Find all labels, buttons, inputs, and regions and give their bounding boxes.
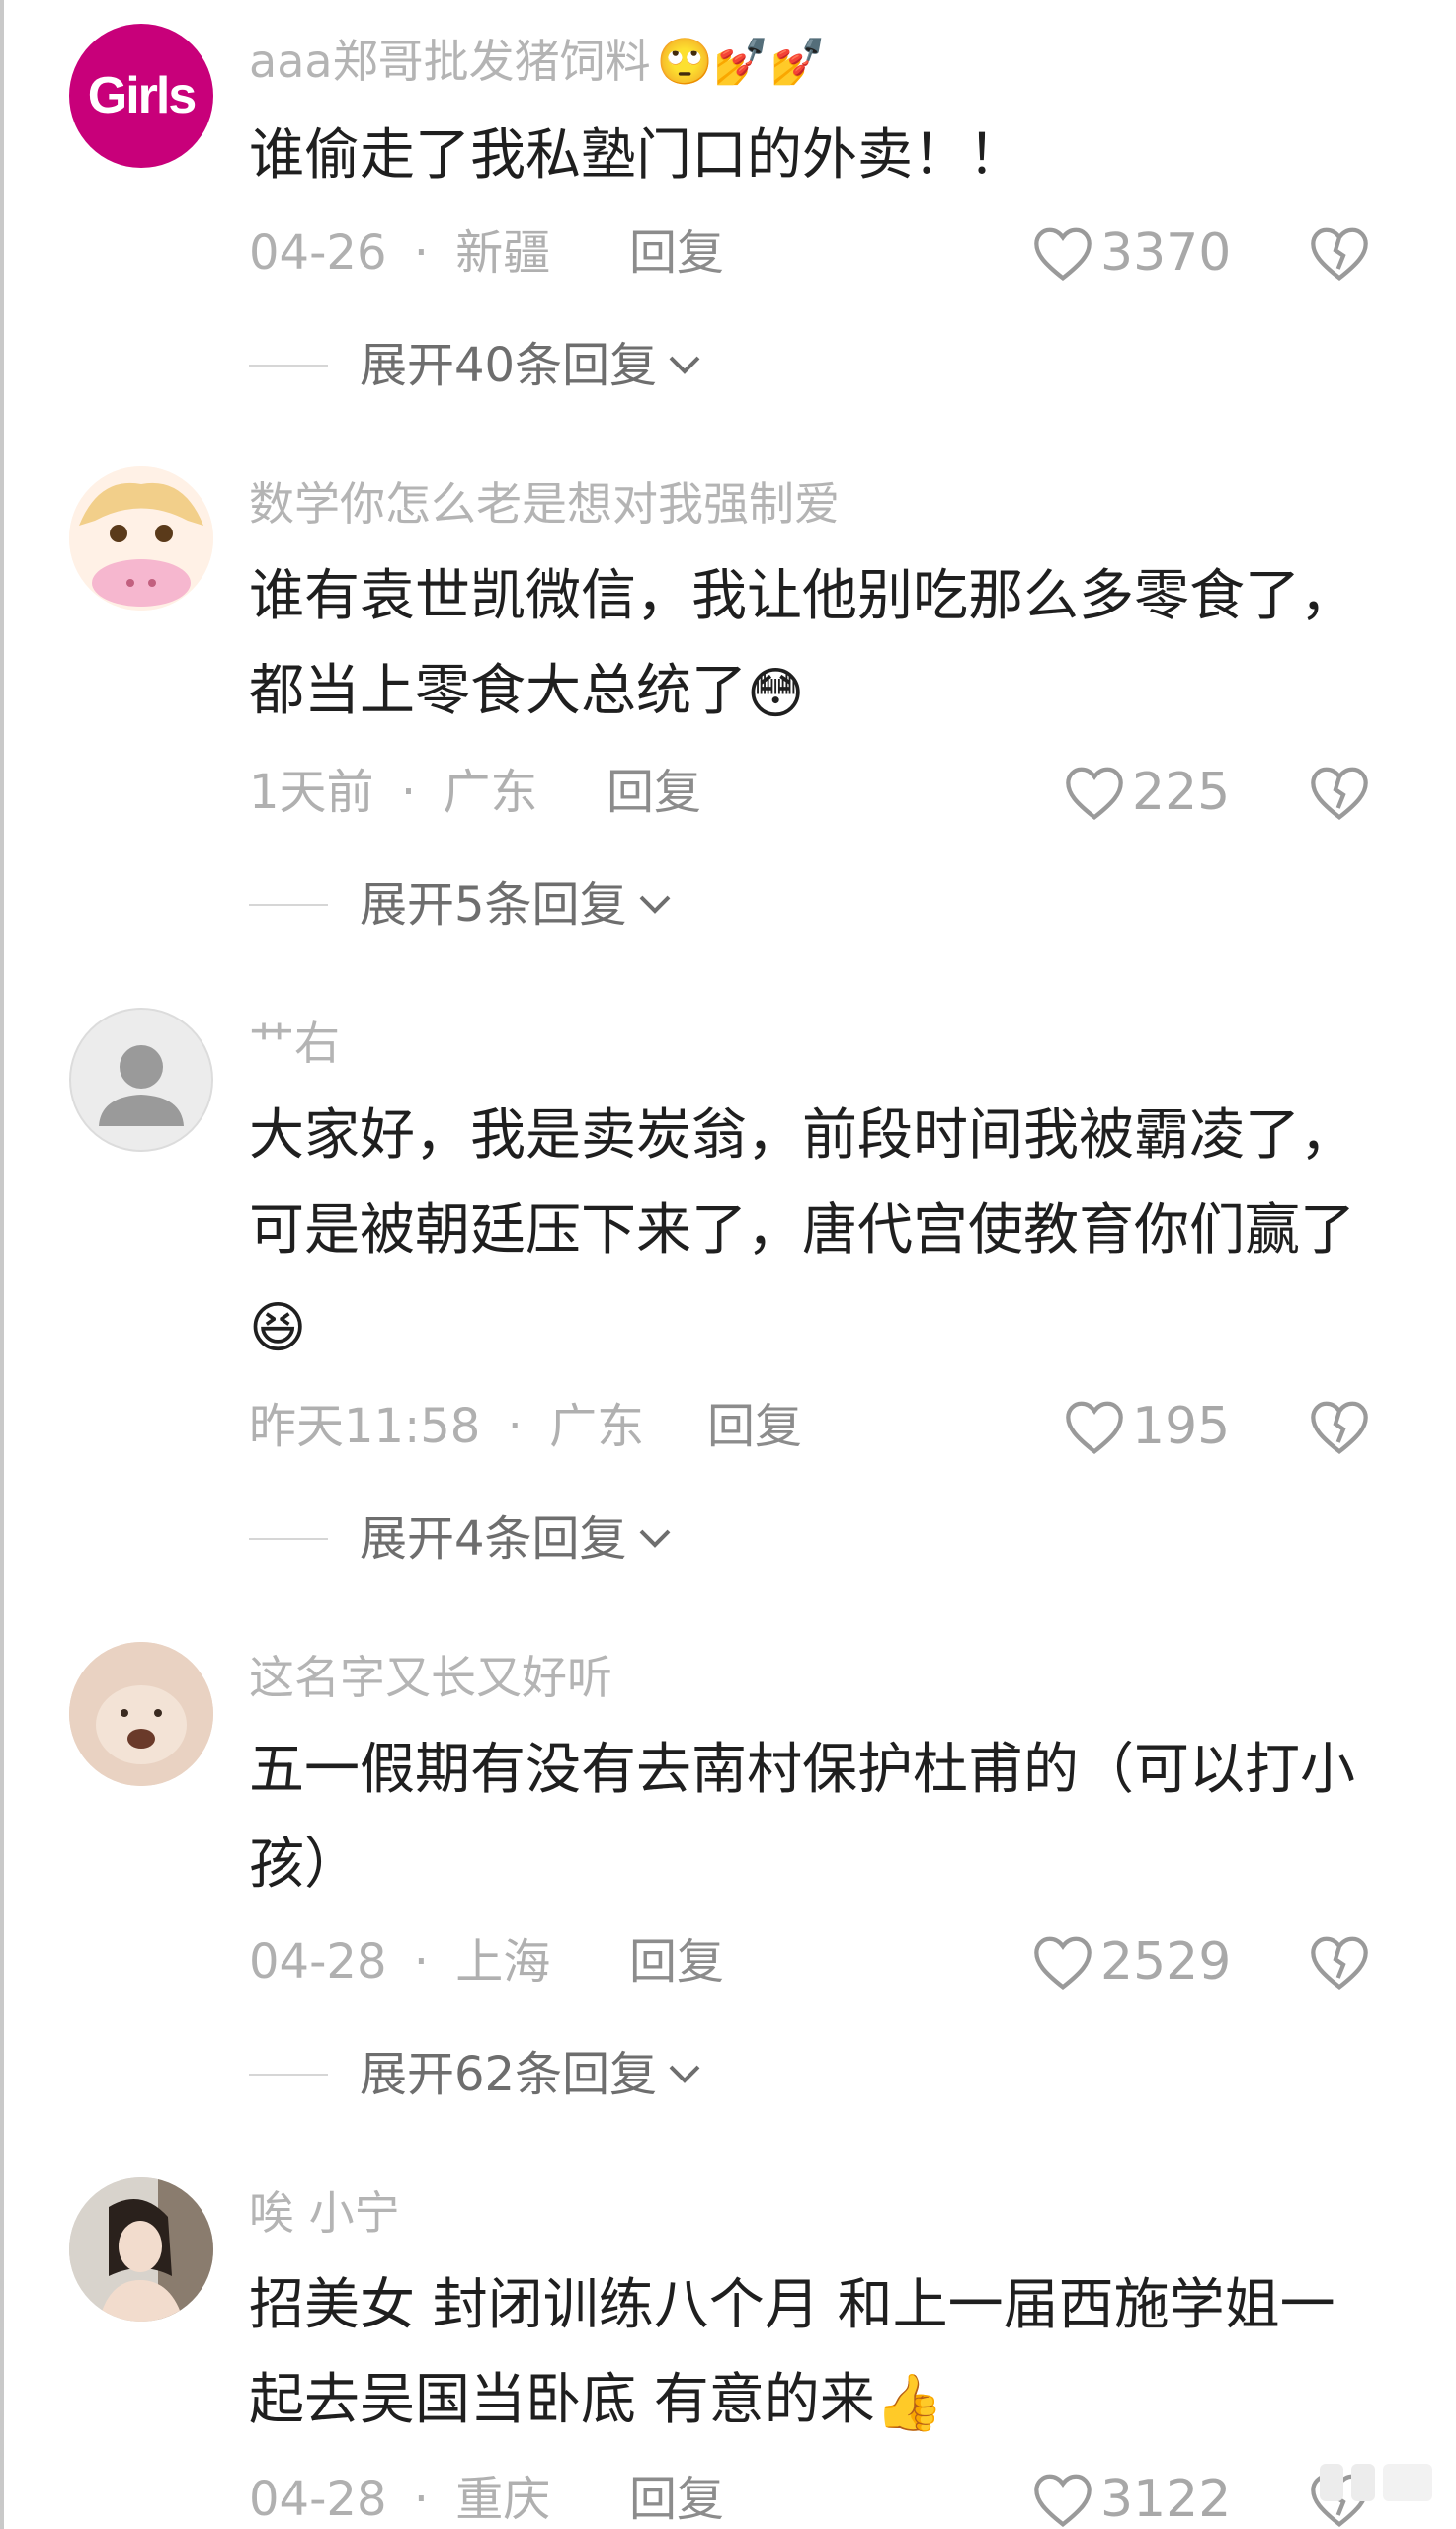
heart-icon — [1066, 767, 1123, 821]
divider — [249, 2074, 328, 2076]
comment-meta: 昨天11:58 · 广东 回复 — [249, 1397, 802, 1456]
like-count: 3122 — [1100, 2470, 1232, 2529]
like-button[interactable]: 2529 — [1031, 1932, 1231, 1992]
like-count: 2529 — [1100, 1932, 1232, 1992]
like-button[interactable]: 195 — [1063, 1397, 1230, 1456]
reply-button[interactable]: 回复 — [629, 2470, 724, 2529]
divider — [249, 904, 328, 906]
comment-text: 谁偷走了我私塾门口的外卖！！ — [249, 123, 1023, 188]
expand-replies-button[interactable]: 展开62条回复 — [249, 2045, 704, 2104]
username[interactable]: 数学你怎么老是想对我强制爱 — [249, 476, 840, 531]
comment-time: 1天前 — [249, 765, 374, 820]
comment-time: 04-28 — [249, 2472, 387, 2527]
comment-text: 谁有袁世凯微信，我让他别吃那么多零食了，都当上零食大总统了😳 — [249, 549, 1395, 742]
username[interactable]: 艹右 — [249, 1016, 340, 1071]
comment-time: 04-26 — [249, 225, 387, 281]
expand-replies-button[interactable]: 展开5条回复 — [249, 875, 675, 935]
heart-broken-icon[interactable] — [1308, 223, 1371, 283]
comment-meta: 04-28 · 上海 回复 — [249, 1932, 724, 1992]
emoji-icon: 😳 — [747, 661, 805, 726]
reply-button[interactable]: 回复 — [707, 1397, 802, 1456]
comment-time: 昨天11:58 — [249, 1399, 481, 1454]
chevron-down-icon — [639, 895, 670, 914]
meta-separator: · — [400, 765, 417, 820]
heart-icon — [1034, 2474, 1092, 2528]
meta-separator: · — [507, 1399, 523, 1454]
comment-meta: 1天前 · 广东 回复 — [249, 763, 701, 822]
comment-text: 五一假期有没有去南村保护杜甫的（可以打小孩） — [249, 1738, 1355, 1897]
comment-location: 重庆 — [455, 2472, 551, 2527]
reply-button[interactable]: 回复 — [629, 1932, 724, 1992]
username[interactable]: aaa郑哥批发猪饲料 🙄💅💅 — [249, 34, 826, 89]
like-button[interactable]: 225 — [1063, 763, 1230, 822]
username[interactable]: 唉 小宁 — [249, 2185, 400, 2241]
comment-text: 招美女 封闭训练八个月 和上一届西施学姐一起去吴国当卧底 有意的来👍 — [249, 2258, 1385, 2451]
reply-button[interactable]: 回复 — [629, 223, 724, 283]
emoji-icon: 😆 — [249, 1295, 307, 1360]
divider — [249, 365, 328, 367]
comment-meta: 04-28 · 重庆 回复 — [249, 2470, 724, 2529]
heart-broken-icon[interactable] — [1308, 1932, 1371, 1992]
comment-time: 04-28 — [249, 1934, 387, 1990]
default-avatar-icon — [99, 1045, 184, 1126]
avatar[interactable] — [69, 1008, 213, 1152]
comment-meta: 04-26 · 新疆 回复 — [249, 223, 724, 283]
comment-location: 广东 — [549, 1399, 645, 1454]
chevron-down-icon — [669, 356, 700, 374]
comment-location: 上海 — [455, 1934, 551, 1990]
heart-icon — [1034, 227, 1092, 282]
reply-button[interactable]: 回复 — [607, 763, 701, 822]
heart-icon — [1034, 1936, 1092, 1991]
comment-list: Girls aaa郑哥批发猪饲料 🙄💅💅 谁偷走了我私塾门口的外卖！！ 04-26… — [0, 0, 1456, 2529]
chevron-down-icon — [669, 2065, 700, 2083]
avatar-logo-text: Girls — [87, 67, 197, 124]
like-button[interactable]: 3370 — [1031, 223, 1231, 283]
thumbs-up-icon: 👍 — [874, 2370, 944, 2435]
meta-separator: · — [413, 225, 430, 281]
chevron-down-icon — [639, 1529, 670, 1548]
heart-broken-icon[interactable] — [1308, 1397, 1371, 1456]
heart-broken-icon[interactable] — [1308, 763, 1371, 822]
comment-text: 大家好，我是卖炭翁，前段时间我被霸凌了，可是被朝廷压下来了，唐代宫使教育你们赢了… — [249, 1089, 1395, 1376]
avatar-photo — [69, 1642, 213, 1786]
meta-separator: · — [413, 2472, 430, 2527]
avatar[interactable]: Girls — [69, 24, 213, 168]
watermark — [1318, 2460, 1436, 2515]
like-button[interactable]: 3122 — [1031, 2470, 1231, 2529]
username[interactable]: 这名字又长又好听 — [249, 1650, 612, 1705]
meta-separator: · — [413, 1934, 430, 1990]
like-count: 3370 — [1100, 223, 1232, 283]
avatar[interactable] — [69, 466, 213, 611]
divider — [249, 1538, 328, 1540]
avatar-photo — [69, 2177, 213, 2322]
emoji-icon: 🙄💅💅 — [656, 35, 827, 88]
comment-location: 广东 — [443, 765, 538, 820]
comment-location: 新疆 — [455, 225, 551, 281]
avatar-illustration — [69, 466, 213, 611]
like-count: 195 — [1132, 1397, 1231, 1456]
like-count: 225 — [1132, 763, 1231, 822]
avatar[interactable] — [69, 1642, 213, 1786]
heart-icon — [1066, 1401, 1123, 1455]
avatar[interactable] — [69, 2177, 213, 2322]
expand-replies-button[interactable]: 展开4条回复 — [249, 1509, 675, 1569]
expand-replies-button[interactable]: 展开40条回复 — [249, 336, 704, 395]
